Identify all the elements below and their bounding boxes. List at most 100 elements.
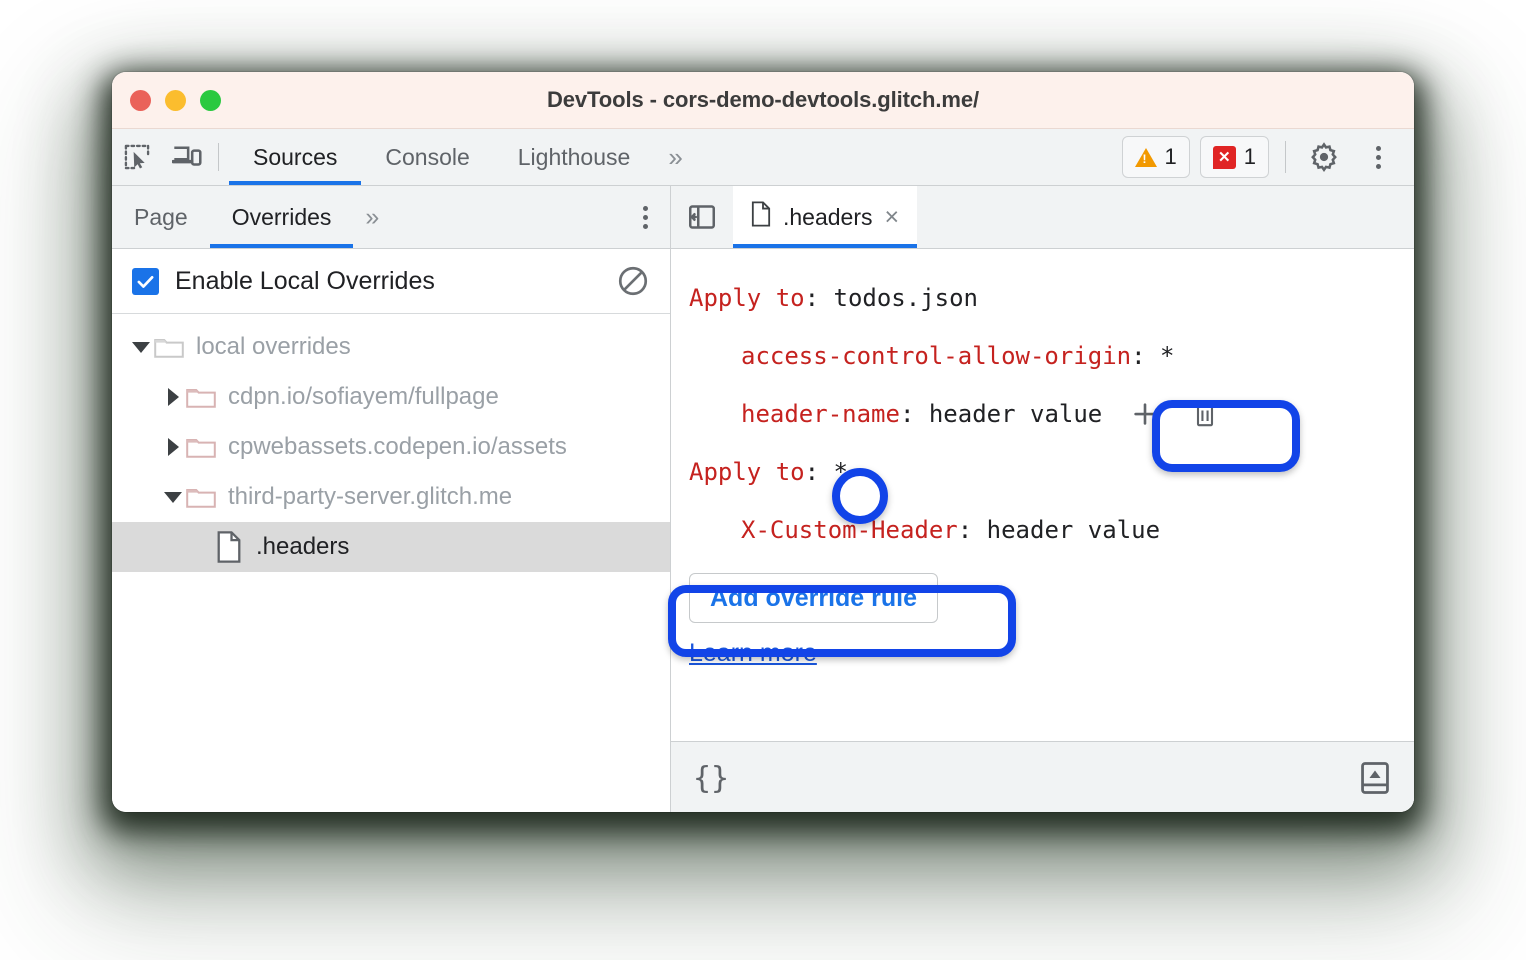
- expand-arrow-right-icon[interactable]: [160, 438, 186, 456]
- minimize-window-button[interactable]: [165, 89, 186, 111]
- editor-tabbar: .headers ×: [671, 186, 1414, 249]
- enable-local-overrides-checkbox[interactable]: [132, 267, 159, 295]
- tab-lighthouse[interactable]: Lighthouse: [494, 129, 655, 185]
- kebab-dots: [1375, 145, 1381, 169]
- screenshot-root: DevTools - cors-demo-devtools.glitch.me/: [0, 0, 1526, 960]
- devtools-window: DevTools - cors-demo-devtools.glitch.me/: [112, 72, 1414, 812]
- error-counter-button[interactable]: ✕ 1: [1199, 136, 1269, 178]
- window-titlebar: DevTools - cors-demo-devtools.glitch.me/: [112, 72, 1414, 129]
- tree-item-local-overrides[interactable]: local overrides: [112, 322, 670, 372]
- window-controls: [112, 89, 221, 111]
- tree-item-headers-file[interactable]: .headers: [112, 522, 670, 572]
- header-name[interactable]: X-Custom-Header: [741, 516, 958, 544]
- header-line-header-name[interactable]: header-name: header value: [671, 385, 1414, 443]
- inspect-element-icon[interactable]: [112, 129, 162, 185]
- editor-pane: .headers × Apply to: todos.json access-c…: [671, 186, 1414, 812]
- learn-more-link[interactable]: Learn more: [689, 639, 817, 668]
- enable-local-overrides-row: Enable Local Overrides: [112, 249, 670, 314]
- warning-count: 1: [1164, 144, 1177, 169]
- headers-editor[interactable]: Apply to: todos.json access-control-allo…: [671, 249, 1414, 741]
- toolbar-right-group: 1 ✕ 1: [1121, 129, 1415, 185]
- more-navigator-tabs-icon[interactable]: »: [353, 186, 387, 248]
- header-line-x-custom-header[interactable]: X-Custom-Header: header value: [671, 501, 1414, 559]
- file-icon: [751, 201, 771, 233]
- gear-icon[interactable]: [1302, 135, 1346, 179]
- folder-icon: [154, 335, 184, 359]
- tree-item-cpwebassets[interactable]: cpwebassets.codepen.io/assets: [112, 422, 670, 472]
- apply-to-separator: :: [804, 284, 834, 312]
- tree-item-label: local overrides: [196, 333, 351, 360]
- devtools-body: Page Overrides » Enable Local Overrides …: [112, 186, 1414, 812]
- sidebar-tab-page-label: Page: [134, 203, 188, 230]
- navigator-menu-icon[interactable]: [643, 186, 670, 248]
- sidebar-tab-page[interactable]: Page: [112, 186, 210, 248]
- tree-item-label: cdpn.io/sofiayem/fullpage: [228, 383, 499, 410]
- apply-to-value[interactable]: todos.json: [834, 284, 979, 312]
- header-line-acao[interactable]: access-control-allow-origin: *: [671, 327, 1414, 385]
- header-name[interactable]: header-name: [741, 400, 900, 428]
- apply-to-line-1[interactable]: Apply to: todos.json: [671, 269, 1414, 327]
- tree-item-label: .headers: [256, 533, 350, 560]
- add-override-rule-button[interactable]: Add override rule: [689, 573, 938, 623]
- more-panels-glyph: »: [668, 141, 683, 172]
- header-row-actions: [1128, 397, 1222, 431]
- tree-item-third-party-server[interactable]: third-party-server.glitch.me: [112, 472, 670, 522]
- apply-to-key: Apply to: [689, 458, 805, 486]
- header-value[interactable]: header value: [987, 516, 1160, 544]
- editor-tab-label: .headers: [783, 203, 873, 230]
- navigator-kebab-dots: [643, 205, 648, 229]
- panel-tabs: Sources Console Lighthouse: [229, 129, 654, 185]
- overrides-file-tree: local overrides cdpn.io/sofiayem/fullpag…: [112, 314, 670, 572]
- maximize-window-button[interactable]: [200, 89, 221, 111]
- editor-tab-headers[interactable]: .headers ×: [733, 186, 918, 248]
- more-navigator-glyph: »: [365, 202, 379, 231]
- header-value[interactable]: *: [1160, 342, 1174, 370]
- collapse-sidebar-icon[interactable]: [671, 186, 733, 248]
- tab-sources-label: Sources: [253, 143, 338, 170]
- enable-local-overrides-label: Enable Local Overrides: [175, 266, 435, 295]
- expand-arrow-down-icon[interactable]: [128, 341, 154, 353]
- folder-icon: [186, 435, 216, 459]
- clear-configuration-icon[interactable]: [616, 264, 650, 298]
- expand-arrow-down-icon[interactable]: [160, 491, 186, 503]
- tab-console-label: Console: [385, 143, 470, 170]
- error-badge-icon: ✕: [1212, 145, 1236, 169]
- apply-to-key: Apply to: [689, 284, 805, 312]
- header-separator: :: [1131, 342, 1161, 370]
- warning-counter-button[interactable]: 1: [1121, 136, 1190, 178]
- tab-sources[interactable]: Sources: [229, 129, 362, 185]
- close-icon[interactable]: ×: [885, 204, 900, 230]
- error-count: 1: [1243, 144, 1256, 169]
- delete-header-icon[interactable]: [1188, 397, 1222, 431]
- header-separator: :: [899, 400, 929, 428]
- editor-statusbar: {}: [671, 741, 1414, 812]
- navigator-pane: Page Overrides » Enable Local Overrides …: [112, 186, 671, 812]
- folder-icon: [186, 485, 216, 509]
- header-value[interactable]: header value: [929, 400, 1102, 428]
- toolbar-divider: [218, 143, 219, 171]
- header-name[interactable]: access-control-allow-origin: [741, 342, 1131, 370]
- show-drawer-icon[interactable]: [1358, 760, 1392, 796]
- tree-item-label: third-party-server.glitch.me: [228, 483, 513, 510]
- add-header-icon[interactable]: [1128, 397, 1162, 431]
- add-override-rule-wrap: Add override rule: [671, 559, 1414, 623]
- more-panels-chevron-icon[interactable]: »: [654, 129, 692, 185]
- device-toolbar-icon[interactable]: [162, 129, 212, 185]
- close-window-button[interactable]: [130, 89, 151, 111]
- sidebar-tab-overrides[interactable]: Overrides: [209, 186, 354, 248]
- kebab-menu-icon[interactable]: [1356, 135, 1400, 179]
- tree-item-cdpn[interactable]: cdpn.io/sofiayem/fullpage: [112, 372, 670, 422]
- tab-console[interactable]: Console: [361, 129, 493, 185]
- devtools-main-toolbar: Sources Console Lighthouse » 1 ✕: [112, 129, 1414, 186]
- tab-lighthouse-label: Lighthouse: [517, 143, 631, 170]
- expand-arrow-right-icon[interactable]: [160, 388, 186, 406]
- apply-to-value[interactable]: *: [834, 458, 848, 486]
- apply-to-separator: :: [804, 458, 834, 486]
- warning-triangle-icon: [1134, 147, 1157, 167]
- pretty-print-button[interactable]: {}: [693, 761, 729, 796]
- tree-item-label: cpwebassets.codepen.io/assets: [228, 433, 567, 460]
- header-separator: :: [957, 516, 987, 544]
- window-title: DevTools - cors-demo-devtools.glitch.me/: [547, 87, 979, 112]
- apply-to-line-2[interactable]: Apply to: *: [671, 443, 1414, 501]
- navigator-tabbar: Page Overrides »: [112, 186, 670, 249]
